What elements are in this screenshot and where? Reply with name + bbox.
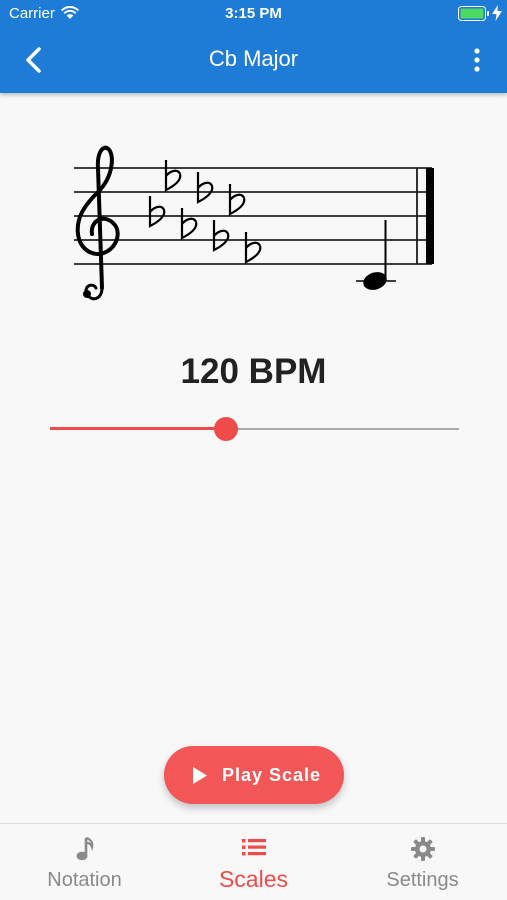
list-icon <box>241 839 266 856</box>
treble-clef-icon <box>75 145 120 301</box>
staff-lines <box>74 167 432 265</box>
app-bar: Carrier 3:15 PM Cb Major <box>0 0 507 93</box>
slider-thumb[interactable] <box>213 417 238 441</box>
music-staff <box>60 138 450 308</box>
tab-label-settings: Settings <box>386 869 459 891</box>
charging-bolt-icon <box>492 5 502 21</box>
bottom-tab-bar: Notation Scales Settings <box>0 823 507 900</box>
more-options-button[interactable] <box>466 46 488 74</box>
tab-label-notation: Notation <box>47 869 122 891</box>
app-screen: Carrier 3:15 PM Cb Major 120 BPM Play Sc… <box>0 0 507 900</box>
flat-icon <box>196 172 214 204</box>
tab-notation[interactable]: Notation <box>0 824 169 900</box>
slider-fill <box>50 427 226 430</box>
tempo-slider[interactable] <box>50 414 459 444</box>
quarter-note <box>356 220 396 290</box>
play-scale-button[interactable]: Play Scale <box>164 746 344 804</box>
tab-settings[interactable]: Settings <box>338 824 507 900</box>
flat-icon <box>212 220 230 252</box>
flat-icon <box>180 208 198 240</box>
status-time: 3:15 PM <box>225 5 282 22</box>
music-note-icon <box>76 836 93 861</box>
flat-icon <box>228 184 246 216</box>
key-signature-flats <box>148 160 262 264</box>
tab-scales[interactable]: Scales <box>169 824 338 900</box>
page-title: Cb Major <box>208 46 299 71</box>
flat-icon <box>244 232 262 264</box>
status-bar: Carrier 3:15 PM <box>0 0 507 28</box>
battery-icon <box>458 6 489 21</box>
play-icon <box>193 767 207 784</box>
flat-icon <box>148 196 166 228</box>
gear-icon <box>410 837 435 861</box>
flat-icon <box>164 160 182 192</box>
play-scale-label: Play Scale <box>222 765 322 785</box>
tab-label-scales: Scales <box>218 866 289 892</box>
more-vertical-icon <box>474 48 480 72</box>
staff-notation <box>74 145 434 301</box>
thick-barline <box>426 168 434 264</box>
tempo-label: 120 BPM <box>180 352 327 391</box>
